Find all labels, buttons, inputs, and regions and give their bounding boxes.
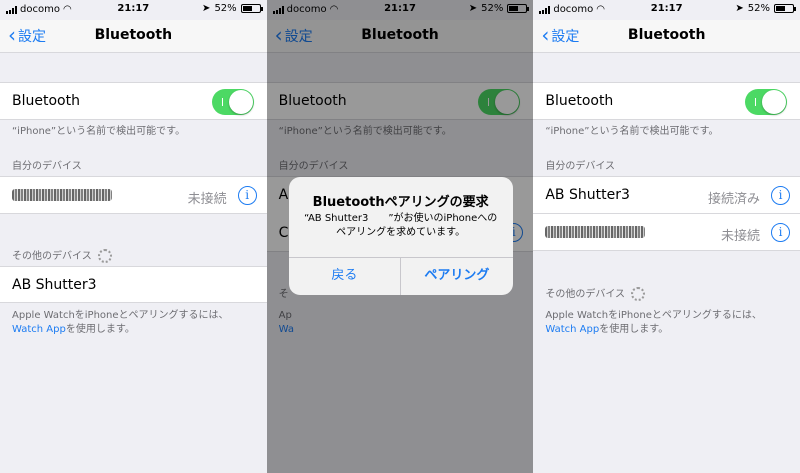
bluetooth-toggle-row: Bluetooth <box>0 82 267 120</box>
device-row-ab-shutter[interactable]: AB Shutter3 接続済み i <box>533 176 800 214</box>
page-title: Bluetooth <box>94 27 173 43</box>
panel-pairing-dialog: docomo ◠ 21:17 ➤ 52% ‹ 設定 Bluetooth Bluetoo… <box>266 0 534 473</box>
cancel-button[interactable]: 戻る <box>289 258 401 295</box>
location-icon: ➤ <box>735 3 744 14</box>
info-icon[interactable]: i <box>771 223 791 242</box>
loading-spinner-icon <box>631 287 646 301</box>
watch-note: Apple WatchをiPhoneとペアリングするには、 Watch Appを使… <box>545 310 762 335</box>
redacted-device-name <box>12 189 112 201</box>
device-name: AB Shutter3 <box>545 187 630 203</box>
device-row[interactable]: 未接続 i <box>533 213 800 251</box>
pairing-request-dialog: Bluetoothペアリングの要求 “AB Shutter3 ”がお使いのiPh… <box>288 177 513 295</box>
discoverable-note: “iPhone”という名前で検出可能です。 <box>12 126 186 137</box>
screenshot-panels: docomo ◠ 21:17 ➤ 52% ‹ 設定 Bluetooth Bluetoo… <box>0 0 800 473</box>
status-bar: docomo ◠ 21:17 ➤ 52% <box>0 0 267 20</box>
watch-app-link[interactable]: Watch App <box>545 324 599 335</box>
redacted-device-name <box>545 226 646 238</box>
device-status: 未接続 <box>721 229 761 244</box>
panel-before-pairing: docomo ◠ 21:17 ➤ 52% ‹ 設定 Bluetooth Bluetoo… <box>0 0 267 473</box>
watch-app-link[interactable]: Watch App <box>12 324 66 335</box>
info-icon[interactable]: i <box>771 186 791 205</box>
battery-icon <box>240 4 263 13</box>
dialog-message: “AB Shutter3 ”がお使いのiPhoneへの ペアリングを求めています。 <box>304 213 498 238</box>
location-icon: ➤ <box>202 3 211 14</box>
page-title: Bluetooth <box>627 27 706 43</box>
discoverable-note: “iPhone”という名前で検出可能です。 <box>545 126 719 137</box>
panel-after-pairing: docomo ◠ 21:17 ➤ 52% ‹ 設定 Bluetooth Bluetoo… <box>533 0 800 473</box>
my-devices-header: 自分のデバイス <box>545 161 616 172</box>
status-bar: docomo ◠ 21:17 ➤ 52% <box>533 0 800 20</box>
other-devices-header: その他のデバイス <box>12 247 112 263</box>
bluetooth-label: Bluetooth <box>545 93 614 109</box>
bluetooth-toggle-row: Bluetooth <box>533 82 800 120</box>
nav-bar: ‹ 設定 Bluetooth <box>0 20 267 53</box>
other-devices-header: その他のデバイス <box>545 285 646 301</box>
battery-percent: 52% <box>747 3 771 14</box>
dialog-title: Bluetoothペアリングの要求 <box>312 195 489 210</box>
my-devices-header: 自分のデバイス <box>12 161 82 172</box>
device-status: 未接続 <box>187 192 227 207</box>
bluetooth-toggle[interactable] <box>211 89 254 115</box>
info-icon[interactable]: i <box>237 186 257 205</box>
pair-button[interactable]: ペアリング <box>400 258 513 295</box>
battery-percent: 52% <box>214 3 237 14</box>
watch-note: Apple WatchをiPhoneとペアリングするには、 Watch Appを使… <box>12 310 229 335</box>
device-name: AB Shutter3 <box>12 277 97 293</box>
bluetooth-toggle[interactable] <box>745 89 788 115</box>
bluetooth-label: Bluetooth <box>12 93 80 109</box>
battery-icon <box>774 4 797 13</box>
device-status: 接続済み <box>708 192 761 207</box>
device-row-ab-shutter[interactable]: AB Shutter3 <box>0 266 267 303</box>
device-row[interactable]: 未接続 i <box>0 176 267 214</box>
dialog-buttons: 戻る ペアリング <box>288 257 513 295</box>
loading-spinner-icon <box>97 249 112 263</box>
nav-bar: ‹ 設定 Bluetooth <box>533 20 800 53</box>
